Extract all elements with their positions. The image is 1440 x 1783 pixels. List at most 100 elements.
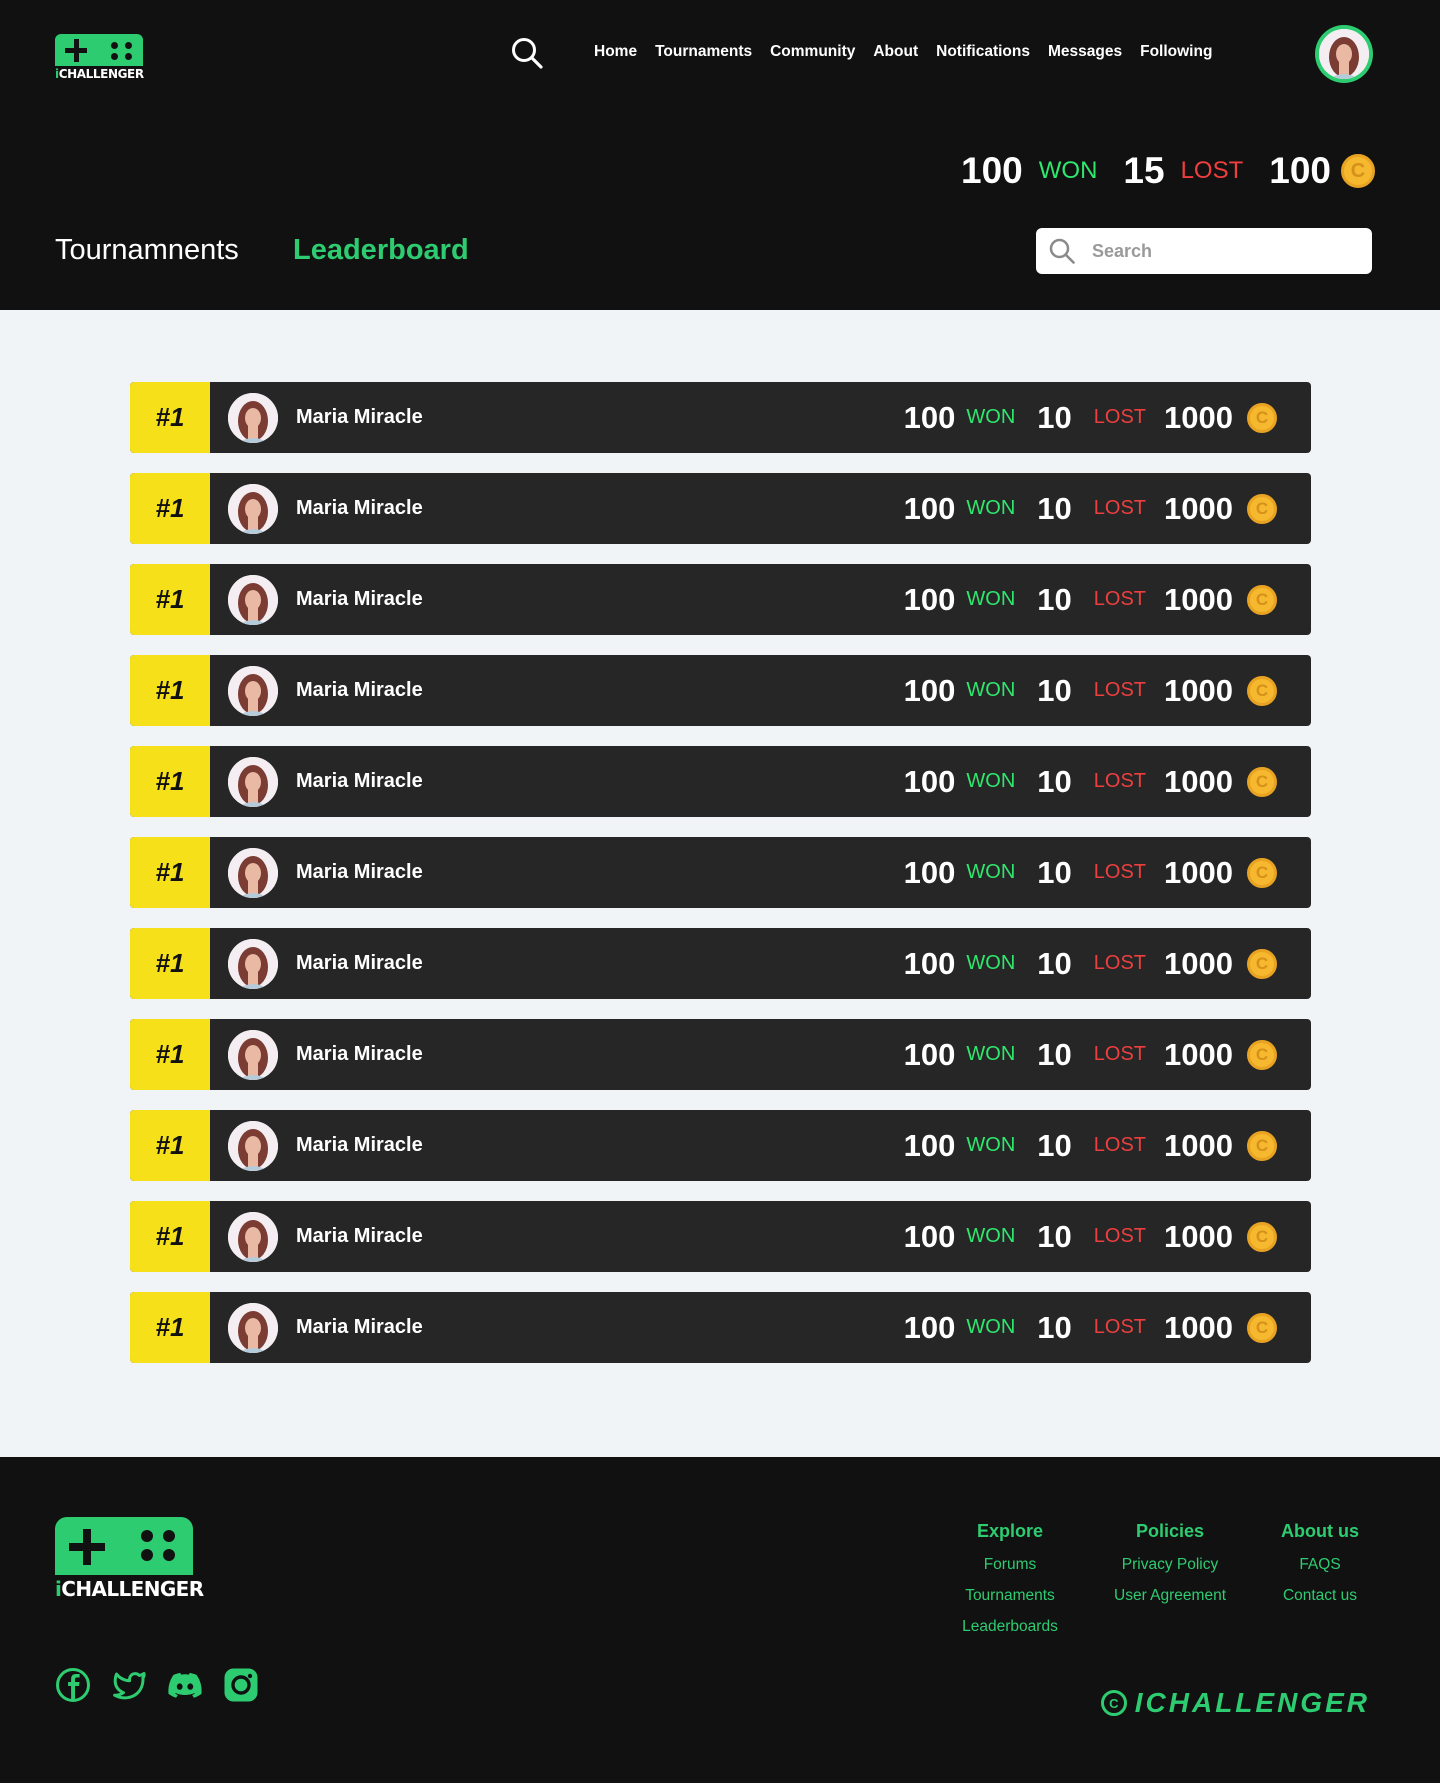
footer-about-title: About us xyxy=(1281,1521,1359,1541)
player-stats: 100 WON 10 LOST 1000 C xyxy=(904,655,1277,726)
leaderboard-row[interactable]: #1 Maria Miracle 100 WON 10 LOST 1000 C xyxy=(130,1110,1311,1181)
player-stats: 100 WON 10 LOST 1000 C xyxy=(904,473,1277,544)
tab-tournaments[interactable]: Tournamnents xyxy=(55,234,239,267)
player-won-count: 100 xyxy=(903,490,956,526)
footer-link-faqs[interactable]: FAQS xyxy=(1262,1556,1378,1574)
player-avatar[interactable] xyxy=(228,665,278,716)
player-avatar[interactable] xyxy=(228,392,278,443)
footer-link-contact-us[interactable]: Contact us xyxy=(1262,1587,1378,1605)
player-avatar[interactable] xyxy=(228,1029,278,1080)
player-portrait-icon xyxy=(228,938,278,989)
player-name[interactable]: Maria Miracle xyxy=(296,588,423,611)
instagram-icon[interactable] xyxy=(223,1667,259,1703)
nav-tournaments[interactable]: Tournaments xyxy=(655,43,752,61)
footer-policies-column: Policies Privacy Policy User Agreement xyxy=(1100,1521,1240,1618)
rank-badge: #1 xyxy=(130,1019,210,1090)
leaderboard-row[interactable]: #1 Maria Miracle 100 WON 10 LOST 1000 C xyxy=(130,382,1311,453)
nav-home[interactable]: Home xyxy=(594,43,637,61)
player-avatar[interactable] xyxy=(228,574,278,625)
page-footer: iCHALLENGER Explore Forums Tournaments L… xyxy=(0,1457,1440,1783)
footer-explore-title: Explore xyxy=(976,1521,1044,1541)
player-lost-label: LOST xyxy=(1093,406,1147,428)
player-lost-count: 10 xyxy=(1037,490,1072,526)
coin-icon: C xyxy=(1247,1312,1277,1343)
player-name[interactable]: Maria Miracle xyxy=(296,861,423,884)
player-lost-count: 10 xyxy=(1037,1309,1072,1345)
footer-link-leaderboards[interactable]: Leaderboards xyxy=(948,1618,1072,1636)
leaderboard-row[interactable]: #1 Maria Miracle 100 WON 10 LOST 1000 C xyxy=(130,837,1311,908)
player-name[interactable]: Maria Miracle xyxy=(296,497,423,520)
player-avatar[interactable] xyxy=(228,1302,278,1353)
player-name[interactable]: Maria Miracle xyxy=(296,770,423,793)
user-stats: 100 WON 15 LOST 100 C xyxy=(961,150,1375,192)
leaderboard-row[interactable]: #1 Maria Miracle 100 WON 10 LOST 1000 C xyxy=(130,1201,1311,1272)
player-lost-label: LOST xyxy=(1093,497,1147,519)
player-coin-count: 1000 xyxy=(1164,399,1233,435)
player-name[interactable]: Maria Miracle xyxy=(296,1225,423,1248)
player-lost-count: 10 xyxy=(1037,1127,1072,1163)
player-coin-count: 1000 xyxy=(1164,1127,1233,1163)
rank-badge: #1 xyxy=(130,746,210,817)
player-portrait-icon xyxy=(228,1302,278,1353)
search-input[interactable] xyxy=(1092,240,1352,262)
footer-logo[interactable]: iCHALLENGER xyxy=(55,1517,204,1601)
footer-link-tournaments[interactable]: Tournaments xyxy=(948,1587,1072,1605)
footer-link-forums[interactable]: Forums xyxy=(948,1556,1072,1574)
twitter-icon[interactable] xyxy=(111,1667,147,1703)
player-lost-label: LOST xyxy=(1093,1134,1147,1156)
player-avatar[interactable] xyxy=(228,483,278,534)
player-avatar[interactable] xyxy=(228,756,278,807)
player-portrait-icon xyxy=(228,1211,278,1262)
search-field[interactable] xyxy=(1036,228,1372,274)
player-stats: 100 WON 10 LOST 1000 C xyxy=(904,1019,1277,1090)
player-won-label: WON xyxy=(966,1316,1016,1338)
coin-icon: C xyxy=(1341,154,1375,188)
player-won-label: WON xyxy=(966,406,1016,428)
tab-leaderboard[interactable]: Leaderboard xyxy=(293,234,469,267)
rank-badge: #1 xyxy=(130,382,210,453)
nav-about[interactable]: About xyxy=(873,43,918,61)
footer-link-user-agreement[interactable]: User Agreement xyxy=(1100,1587,1240,1605)
player-name[interactable]: Maria Miracle xyxy=(296,679,423,702)
leaderboard-row[interactable]: #1 Maria Miracle 100 WON 10 LOST 1000 C xyxy=(130,655,1311,726)
gamepad-logo-icon xyxy=(55,1517,193,1575)
leaderboard-row[interactable]: #1 Maria Miracle 100 WON 10 LOST 1000 C xyxy=(130,928,1311,999)
nav-messages[interactable]: Messages xyxy=(1048,43,1122,61)
player-coin-count: 1000 xyxy=(1164,1036,1233,1072)
brand-logo[interactable]: iCHALLENGER xyxy=(55,34,145,84)
nav-following[interactable]: Following xyxy=(1140,43,1212,61)
leaderboard-row[interactable]: #1 Maria Miracle 100 WON 10 LOST 1000 C xyxy=(130,473,1311,544)
footer-link-privacy-policy[interactable]: Privacy Policy xyxy=(1100,1556,1240,1574)
player-portrait-icon xyxy=(228,392,278,443)
nav-notifications[interactable]: Notifications xyxy=(936,43,1030,61)
player-avatar[interactable] xyxy=(228,1211,278,1262)
player-stats: 100 WON 10 LOST 1000 C xyxy=(904,382,1277,453)
logo-wordmark: iCHALLENGER xyxy=(55,67,144,81)
player-avatar[interactable] xyxy=(228,847,278,898)
player-name[interactable]: Maria Miracle xyxy=(296,406,423,429)
player-lost-count: 10 xyxy=(1037,945,1072,981)
leaderboard-row[interactable]: #1 Maria Miracle 100 WON 10 LOST 1000 C xyxy=(130,1292,1311,1363)
player-name[interactable]: Maria Miracle xyxy=(296,1134,423,1157)
search-icon[interactable] xyxy=(510,36,544,70)
player-coin-count: 1000 xyxy=(1164,672,1233,708)
player-name[interactable]: Maria Miracle xyxy=(296,1043,423,1066)
player-name[interactable]: Maria Miracle xyxy=(296,1316,423,1339)
rank-badge: #1 xyxy=(130,1201,210,1272)
player-lost-label: LOST xyxy=(1093,952,1147,974)
gamepad-logo-icon xyxy=(55,34,143,66)
leaderboard-row[interactable]: #1 Maria Miracle 100 WON 10 LOST 1000 C xyxy=(130,564,1311,635)
user-avatar[interactable] xyxy=(1315,25,1373,83)
facebook-icon[interactable] xyxy=(55,1667,91,1703)
player-avatar[interactable] xyxy=(228,1120,278,1171)
nav-community[interactable]: Community xyxy=(770,43,855,61)
discord-icon[interactable] xyxy=(167,1667,203,1703)
footer-logo-wordmark: iCHALLENGER xyxy=(55,1577,204,1601)
leaderboard-row[interactable]: #1 Maria Miracle 100 WON 10 LOST 1000 C xyxy=(130,1019,1311,1090)
player-coin-count: 1000 xyxy=(1164,1218,1233,1254)
player-won-count: 100 xyxy=(903,1127,956,1163)
player-avatar[interactable] xyxy=(228,938,278,989)
leaderboard-row[interactable]: #1 Maria Miracle 100 WON 10 LOST 1000 C xyxy=(130,746,1311,817)
player-name[interactable]: Maria Miracle xyxy=(296,952,423,975)
top-header: iCHALLENGER Home Tournaments Community A… xyxy=(0,0,1440,310)
